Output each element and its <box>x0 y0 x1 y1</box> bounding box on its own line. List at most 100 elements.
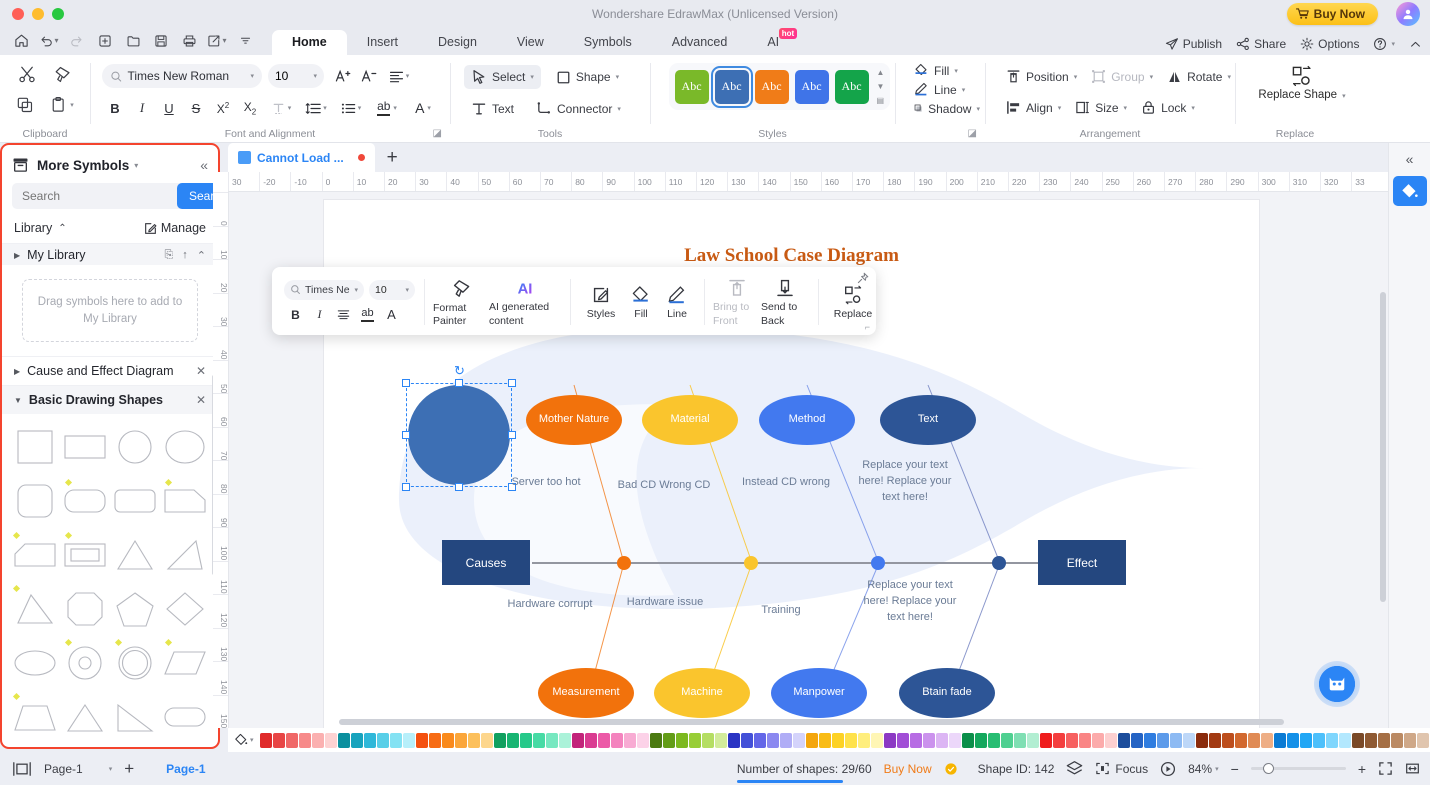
resize-handle-nw[interactable] <box>402 379 410 387</box>
scroll-up-icon[interactable]: ▲ <box>877 68 885 77</box>
style-swatch-5[interactable]: Abc <box>834 69 869 104</box>
float-highlight-button[interactable]: ab <box>356 305 379 325</box>
avatar[interactable] <box>1396 2 1420 26</box>
color-chip[interactable] <box>974 732 987 748</box>
fill-panel-button[interactable] <box>1392 176 1427 206</box>
color-chip[interactable] <box>311 732 324 748</box>
color-chip[interactable] <box>1338 732 1351 748</box>
import-library-icon[interactable]: ⎘ <box>164 249 173 262</box>
color-chip[interactable] <box>1208 732 1221 748</box>
color-chip[interactable] <box>532 732 545 748</box>
color-chip[interactable] <box>870 732 883 748</box>
shape-corner-cut-rectangle[interactable] <box>10 530 60 580</box>
export-icon[interactable]: ▾ <box>204 30 230 51</box>
bold-button[interactable]: B <box>102 96 128 120</box>
shape-triangle[interactable] <box>110 530 160 580</box>
print-icon[interactable] <box>176 30 202 51</box>
style-swatch-1[interactable]: Abc <box>674 69 709 104</box>
zoom-slider-knob[interactable] <box>1262 763 1274 774</box>
zoom-slider-track[interactable] <box>1250 763 1346 774</box>
bottom-annotation-1[interactable]: Hardware corrupt <box>495 597 605 613</box>
paste-button[interactable]: ▾ <box>50 96 74 114</box>
color-chip[interactable] <box>779 732 792 748</box>
chevron-up-icon[interactable]: ⌃ <box>58 223 66 234</box>
format-painter-button[interactable] <box>53 65 72 84</box>
shape-triangle-3[interactable] <box>60 692 110 742</box>
color-chip[interactable] <box>1390 732 1403 748</box>
manage-library-button[interactable]: Manage <box>144 221 206 235</box>
color-chip[interactable] <box>714 732 727 748</box>
color-chip[interactable] <box>831 732 844 748</box>
top-annotation-4[interactable]: Replace your text here! Replace your tex… <box>850 458 960 506</box>
diamond-icon[interactable] <box>944 762 958 776</box>
shape-rounded-rectangle[interactable] <box>60 476 110 526</box>
color-chip[interactable] <box>1403 732 1416 748</box>
color-chip[interactable] <box>792 732 805 748</box>
color-chip[interactable] <box>649 732 662 748</box>
shape-donut[interactable] <box>60 638 110 688</box>
float-align-button[interactable] <box>332 305 355 325</box>
italic-button[interactable]: I <box>129 96 155 120</box>
color-chip[interactable] <box>1104 732 1117 748</box>
shape-circle[interactable] <box>110 422 160 472</box>
size-button[interactable]: Size ▾ <box>1068 96 1134 119</box>
color-chip[interactable] <box>1091 732 1104 748</box>
line-button[interactable]: Line ▾ <box>909 80 985 99</box>
chevron-up-icon[interactable]: ⌃ <box>197 249 206 262</box>
resize-handle-sw[interactable] <box>402 483 410 491</box>
float-fill-button[interactable]: Fill <box>623 283 659 321</box>
open-file-icon[interactable] <box>120 30 146 51</box>
shape-pentagon[interactable] <box>110 584 160 634</box>
drop-symbols-area[interactable]: Drag symbols here to add to My Library <box>22 279 198 343</box>
color-chip[interactable] <box>948 732 961 748</box>
options-button[interactable]: Options <box>1300 37 1359 51</box>
tab-advanced[interactable]: Advanced <box>652 30 748 55</box>
top-node-4[interactable]: Text <box>880 395 976 445</box>
color-chip[interactable] <box>1130 732 1143 748</box>
status-buy-now-link[interactable]: Buy Now <box>884 762 932 776</box>
font-family-selector[interactable]: ▾ <box>102 64 262 88</box>
fill-button[interactable]: Fill ▾ <box>909 61 985 80</box>
color-chip[interactable] <box>324 732 337 748</box>
subscript-button[interactable]: X2 <box>237 96 263 120</box>
adjust-handle[interactable] <box>64 532 73 540</box>
color-chip[interactable] <box>1325 732 1338 748</box>
color-chip[interactable] <box>1195 732 1208 748</box>
shape-tool-button[interactable]: Shape ▾ <box>549 66 626 89</box>
top-node-2[interactable]: Material <box>642 395 738 445</box>
resize-handle-ne[interactable] <box>508 379 516 387</box>
top-node-3[interactable]: Method <box>759 395 855 445</box>
strikethrough-button[interactable]: S <box>183 96 209 120</box>
color-chip[interactable] <box>259 732 272 748</box>
color-chip[interactable] <box>1273 732 1286 748</box>
tab-design[interactable]: Design <box>418 30 497 55</box>
superscript-button[interactable]: X2 <box>210 96 236 120</box>
page-tab-1[interactable]: Page-1 <box>166 762 205 776</box>
chevron-down-icon[interactable]: ▾ <box>134 161 138 170</box>
lock-button[interactable]: Lock ▾ <box>1134 96 1202 119</box>
search-input[interactable] <box>22 189 177 203</box>
color-chip[interactable] <box>467 732 480 748</box>
color-chip[interactable] <box>623 732 636 748</box>
close-icon[interactable]: ✕ <box>196 364 206 378</box>
shape-rounded-square[interactable] <box>10 476 60 526</box>
color-chip[interactable] <box>1416 732 1429 748</box>
color-chip[interactable] <box>935 732 948 748</box>
color-chip[interactable] <box>285 732 298 748</box>
tab-ai[interactable]: AI hot <box>747 28 799 55</box>
top-node-1[interactable]: Mother Nature <box>526 395 622 445</box>
document-tab[interactable]: Cannot Load ... <box>228 143 375 172</box>
align-button[interactable]: Align ▾ <box>999 96 1068 119</box>
customize-toolbar-icon[interactable] <box>232 30 258 51</box>
styles-gallery-scroll[interactable]: ▲ ▼ ▤ <box>875 68 885 105</box>
shape-stadium[interactable] <box>160 692 210 742</box>
color-chip[interactable] <box>584 732 597 748</box>
publish-button[interactable]: Publish <box>1165 37 1222 51</box>
position-button[interactable]: Position ▾ <box>999 65 1084 88</box>
color-chip[interactable] <box>675 732 688 748</box>
new-file-icon[interactable] <box>92 30 118 51</box>
select-tool-button[interactable]: Select ▾ <box>464 65 541 89</box>
zoom-level-selector[interactable]: 84% ▾ <box>1188 762 1219 776</box>
color-chip[interactable] <box>480 732 493 748</box>
color-chip[interactable] <box>571 732 584 748</box>
